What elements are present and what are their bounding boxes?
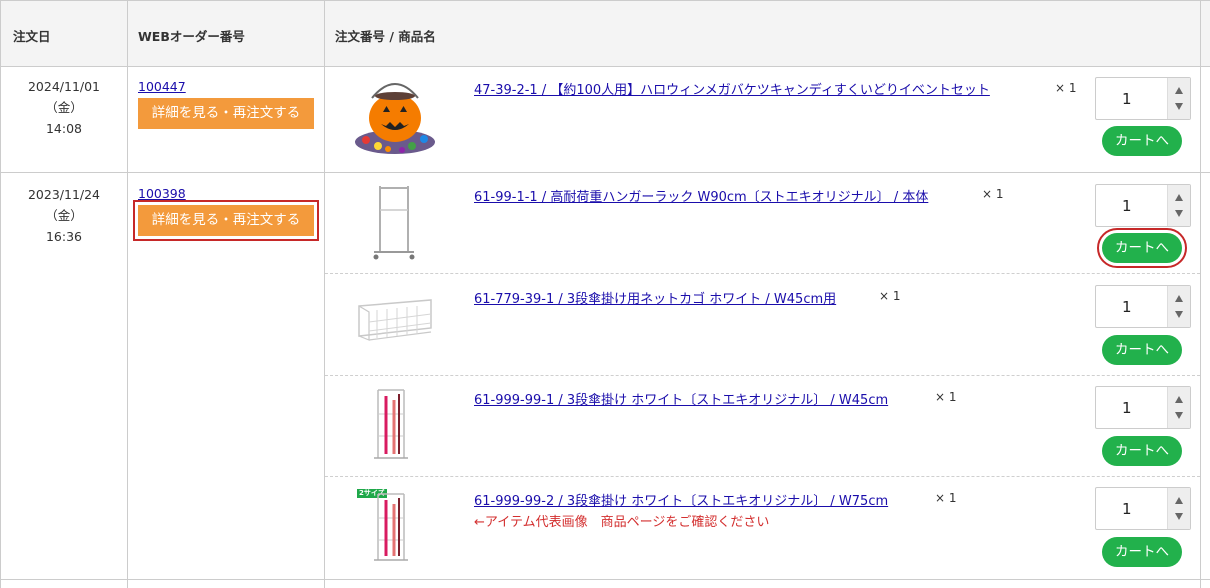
web-order-number-link[interactable]: 100398: [138, 186, 186, 201]
ordered-quantity: × 1: [935, 390, 957, 404]
quantity-value: 1: [1122, 90, 1132, 108]
add-to-cart-button[interactable]: カートへ: [1102, 537, 1182, 567]
quantity-value: 1: [1122, 399, 1132, 417]
product-image-net-basket: [358, 299, 432, 341]
add-to-cart-button[interactable]: カートへ: [1102, 126, 1182, 156]
triangle-down-icon[interactable]: [1175, 513, 1183, 520]
order-weekday: （金）: [45, 100, 83, 115]
quantity-stepper[interactable]: 1: [1095, 487, 1191, 530]
order-date: 2024/11/01 （金） 14:08: [0, 76, 128, 139]
triangle-up-icon[interactable]: [1175, 87, 1183, 94]
quantity-spinner[interactable]: [1167, 387, 1190, 428]
product-link[interactable]: 47-39-2-1 / 【約100人用】ハロウィンメガバケツキャンディすくいどり…: [474, 79, 990, 98]
product-link[interactable]: 61-999-99-2 / 3段傘掛け ホワイト〔ストエキオリジナル〕 / W7…: [474, 490, 888, 509]
triangle-down-icon[interactable]: [1175, 210, 1183, 217]
quantity-spinner[interactable]: [1167, 488, 1190, 529]
order-weekday: （金）: [45, 208, 83, 223]
order-time: 16:36: [45, 229, 83, 244]
triangle-up-icon[interactable]: [1175, 396, 1183, 403]
ordered-quantity: × 1: [879, 289, 901, 303]
add-to-cart-button[interactable]: カートへ: [1097, 228, 1187, 268]
product-link[interactable]: 61-99-1-1 / 高耐荷重ハンガーラック W90cm〔ストエキオリジナル〕…: [474, 186, 928, 205]
ordered-quantity: × 1: [982, 187, 1004, 201]
product-link[interactable]: 61-999-99-1 / 3段傘掛け ホワイト〔ストエキオリジナル〕 / W4…: [474, 389, 888, 408]
quantity-stepper[interactable]: 1: [1095, 184, 1191, 227]
add-to-cart-button[interactable]: カートへ: [1102, 436, 1182, 466]
quantity-value: 1: [1122, 500, 1132, 518]
order-date-value: 2024/11/01: [27, 79, 101, 94]
ordered-quantity: × 1: [935, 491, 957, 505]
view-details-reorder-button[interactable]: 詳細を見る・再注文する: [138, 98, 314, 129]
quantity-value: 1: [1122, 197, 1132, 215]
order-date-value: 2023/11/24: [27, 187, 101, 202]
quantity-spinner[interactable]: [1167, 286, 1190, 327]
order-time: 14:08: [45, 121, 83, 136]
triangle-up-icon[interactable]: [1175, 497, 1183, 504]
add-to-cart-button[interactable]: カートへ: [1102, 335, 1182, 365]
product-image-umbrella-stand: [374, 493, 408, 561]
product-link[interactable]: 61-779-39-1 / 3段傘掛け用ネットカゴ ホワイト / W45cm用: [474, 288, 836, 307]
header-web-order-number: WEBオーダー番号: [138, 29, 245, 44]
quantity-stepper[interactable]: 1: [1095, 285, 1191, 328]
quantity-stepper[interactable]: 1: [1095, 77, 1191, 120]
quantity-spinner[interactable]: [1167, 185, 1190, 226]
quantity-spinner[interactable]: [1167, 78, 1190, 119]
triangle-up-icon[interactable]: [1175, 194, 1183, 201]
product-image-halloween-bucket: [355, 83, 435, 154]
product-image-hanger-rack: [373, 186, 415, 260]
triangle-down-icon[interactable]: [1175, 412, 1183, 419]
view-details-reorder-button[interactable]: 詳細を見る・再注文する: [133, 200, 319, 241]
representative-image-note: ←アイテム代表画像 商品ページをご確認ください: [474, 515, 770, 530]
triangle-up-icon[interactable]: [1175, 295, 1183, 302]
header-order-date: 注文日: [13, 29, 51, 44]
product-image-umbrella-stand: [374, 389, 408, 459]
triangle-down-icon[interactable]: [1175, 103, 1183, 110]
ordered-quantity: × 1: [1055, 81, 1077, 95]
triangle-down-icon[interactable]: [1175, 311, 1183, 318]
quantity-value: 1: [1122, 298, 1132, 316]
quantity-stepper[interactable]: 1: [1095, 386, 1191, 429]
web-order-number-link[interactable]: 100447: [138, 79, 186, 94]
order-date: 2023/11/24 （金） 16:36: [0, 184, 128, 247]
header-order-number-product-name: 注文番号 / 商品名: [335, 29, 436, 44]
